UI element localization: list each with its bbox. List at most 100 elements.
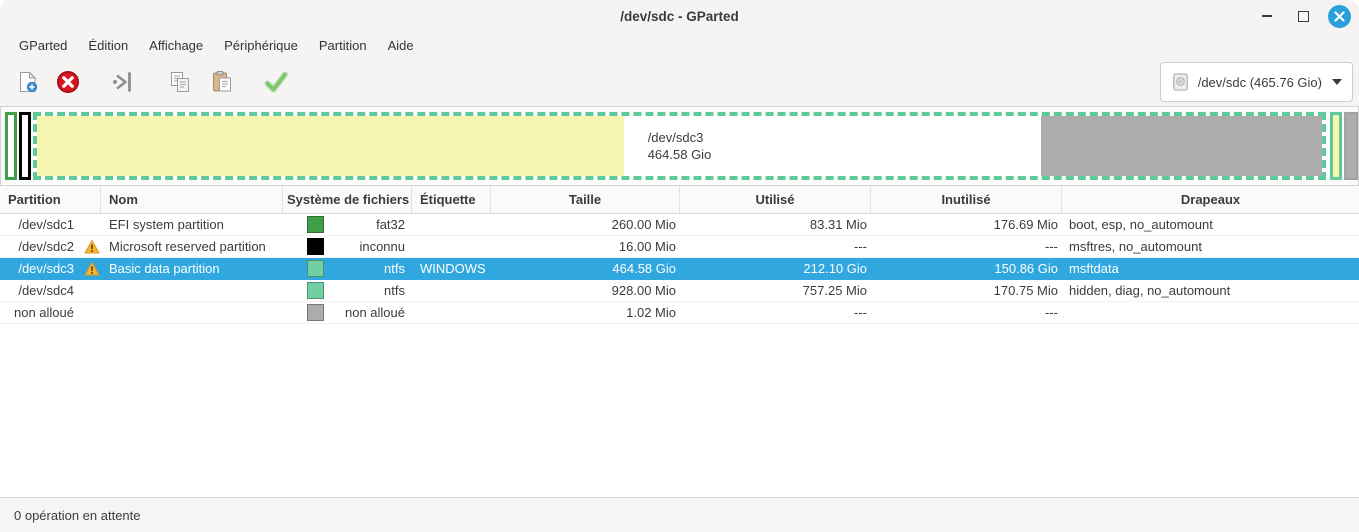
column-header-taille[interactable]: Taille — [491, 186, 680, 213]
menu-item-partition[interactable]: Partition — [310, 35, 376, 56]
cell-label — [412, 236, 491, 257]
minimize-icon — [1262, 15, 1272, 17]
disk-segment-unallocated[interactable] — [1344, 112, 1358, 180]
toolbar: /dev/sdc (465.76 Gio) — [0, 58, 1359, 106]
device-selector[interactable]: /dev/sdc (465.76 Gio) — [1160, 62, 1353, 102]
cell-size: 1.02 Mio — [491, 302, 680, 323]
cell-size: 464.58 Gio — [491, 258, 680, 279]
window-title: /dev/sdc - GParted — [620, 9, 739, 24]
cell-used: 212.10 Gio — [680, 258, 871, 279]
minimize-button[interactable] — [1256, 5, 1278, 27]
column-header-partition[interactable]: Partition — [0, 186, 101, 213]
cell-filesystem: ntfs — [283, 280, 412, 301]
cell-used: --- — [680, 302, 871, 323]
cell-label — [412, 280, 491, 301]
cell-unused: --- — [871, 302, 1062, 323]
new-partition-button[interactable] — [8, 62, 48, 102]
menu-item-affichage[interactable]: Affichage — [140, 35, 212, 56]
cell-unused: 150.86 Gio — [871, 258, 1062, 279]
cell-size: 928.00 Mio — [491, 280, 680, 301]
delete-partition-icon — [56, 70, 80, 94]
cell-name — [101, 280, 283, 301]
cell-filesystem: fat32 — [283, 214, 412, 235]
resize-move-button[interactable] — [102, 62, 142, 102]
partition-table: Partition Nom Système de fichiers Étique… — [0, 186, 1359, 497]
device-selector-value: /dev/sdc (465.76 Gio) — [1198, 75, 1322, 90]
table-row-unallocated[interactable]: non alloué non alloué 1.02 Mio --- --- — [0, 302, 1359, 324]
column-header-systeme-de-fichiers[interactable]: Système de fichiers — [283, 186, 412, 213]
cell-used: 83.31 Mio — [680, 214, 871, 235]
disk-visual-frame: /dev/sdc3 464.58 Gio — [0, 106, 1359, 186]
menu-item-gparted[interactable]: GParted — [10, 35, 76, 56]
window-controls — [1256, 0, 1351, 32]
cell-partition: /dev/sdc1 — [0, 214, 101, 235]
cell-filesystem: inconnu — [283, 236, 412, 257]
cell-flags: msftdata — [1062, 258, 1359, 279]
maximize-button[interactable] — [1292, 5, 1314, 27]
cell-unused: --- — [871, 236, 1062, 257]
table-row-sdc1[interactable]: /dev/sdc1 EFI system partition fat32 260… — [0, 214, 1359, 236]
disk-segment-sdc3-selected[interactable]: /dev/sdc3 464.58 Gio — [33, 112, 1326, 180]
selected-partition-device: /dev/sdc3 — [648, 129, 712, 146]
disk-segment-sdc2[interactable] — [19, 112, 31, 180]
table-empty-area — [0, 324, 1359, 497]
apply-checkmark-icon — [263, 70, 289, 94]
cell-name: Microsoft reserved partition — [101, 236, 283, 257]
warning-icon — [84, 261, 100, 277]
cell-name: EFI system partition — [101, 214, 283, 235]
cell-partition: /dev/sdc4 — [0, 280, 101, 301]
selected-partition-label: /dev/sdc3 464.58 Gio — [648, 129, 712, 163]
cell-used: 757.25 Mio — [680, 280, 871, 301]
cell-flags: msftres, no_automount — [1062, 236, 1359, 257]
warning-icon — [84, 239, 100, 255]
status-text: 0 opération en attente — [14, 508, 141, 523]
copy-icon — [168, 70, 192, 94]
unallocated-space-fill — [1041, 116, 1322, 176]
delete-partition-button[interactable] — [48, 62, 88, 102]
cell-filesystem: ntfs — [283, 258, 412, 279]
cell-size: 16.00 Mio — [491, 236, 680, 257]
cell-flags: hidden, diag, no_automount — [1062, 280, 1359, 301]
paste-button[interactable] — [202, 62, 242, 102]
column-header-inutilise[interactable]: Inutilisé — [871, 186, 1062, 213]
close-icon — [1334, 11, 1345, 22]
table-row-sdc2[interactable]: /dev/sdc2 Microsoft reserved partition i… — [0, 236, 1359, 258]
menu-item-edition[interactable]: Édition — [79, 35, 137, 56]
cell-name: Basic data partition — [101, 258, 283, 279]
column-header-nom[interactable]: Nom — [101, 186, 283, 213]
cell-used: --- — [680, 236, 871, 257]
menu-item-aide[interactable]: Aide — [379, 35, 423, 56]
cell-partition: non alloué — [0, 302, 101, 323]
disk-segment-sdc1[interactable] — [5, 112, 17, 180]
fs-color-swatch-ntfs — [307, 260, 324, 277]
column-header-utilise[interactable]: Utilisé — [680, 186, 871, 213]
cell-unused: 176.69 Mio — [871, 214, 1062, 235]
paste-icon — [210, 70, 234, 94]
fs-color-swatch-unallocated — [307, 304, 324, 321]
fs-color-swatch-ntfs — [307, 282, 324, 299]
table-row-sdc4[interactable]: /dev/sdc4 ntfs 928.00 Mio 757.25 Mio 170… — [0, 280, 1359, 302]
statusbar: 0 opération en attente — [0, 497, 1359, 532]
column-header-drapeaux[interactable]: Drapeaux — [1062, 186, 1359, 213]
apply-button[interactable] — [256, 62, 296, 102]
close-button[interactable] — [1328, 5, 1351, 28]
menubar: GParted Édition Affichage Périphérique P… — [0, 32, 1359, 58]
cell-label — [412, 214, 491, 235]
fs-color-swatch-unknown — [307, 238, 324, 255]
table-header-row: Partition Nom Système de fichiers Étique… — [0, 186, 1359, 214]
new-partition-icon — [16, 70, 40, 94]
cell-unused: 170.75 Mio — [871, 280, 1062, 301]
selected-partition-size: 464.58 Gio — [648, 146, 712, 163]
copy-button[interactable] — [160, 62, 200, 102]
chevron-down-icon — [1332, 79, 1342, 85]
cell-name — [101, 302, 283, 323]
table-row-sdc3-selected[interactable]: /dev/sdc3 Basic data partition ntfs WIND… — [0, 258, 1359, 280]
used-space-fill — [37, 116, 624, 176]
menu-item-peripherique[interactable]: Périphérique — [215, 35, 307, 56]
column-header-etiquette[interactable]: Étiquette — [412, 186, 491, 213]
disk-segment-sdc4[interactable] — [1330, 112, 1342, 180]
resize-move-icon — [109, 70, 135, 94]
maximize-icon — [1298, 11, 1309, 22]
gparted-window: /dev/sdc - GParted GParted Édition Affic… — [0, 0, 1359, 532]
fs-color-swatch-fat32 — [307, 216, 324, 233]
